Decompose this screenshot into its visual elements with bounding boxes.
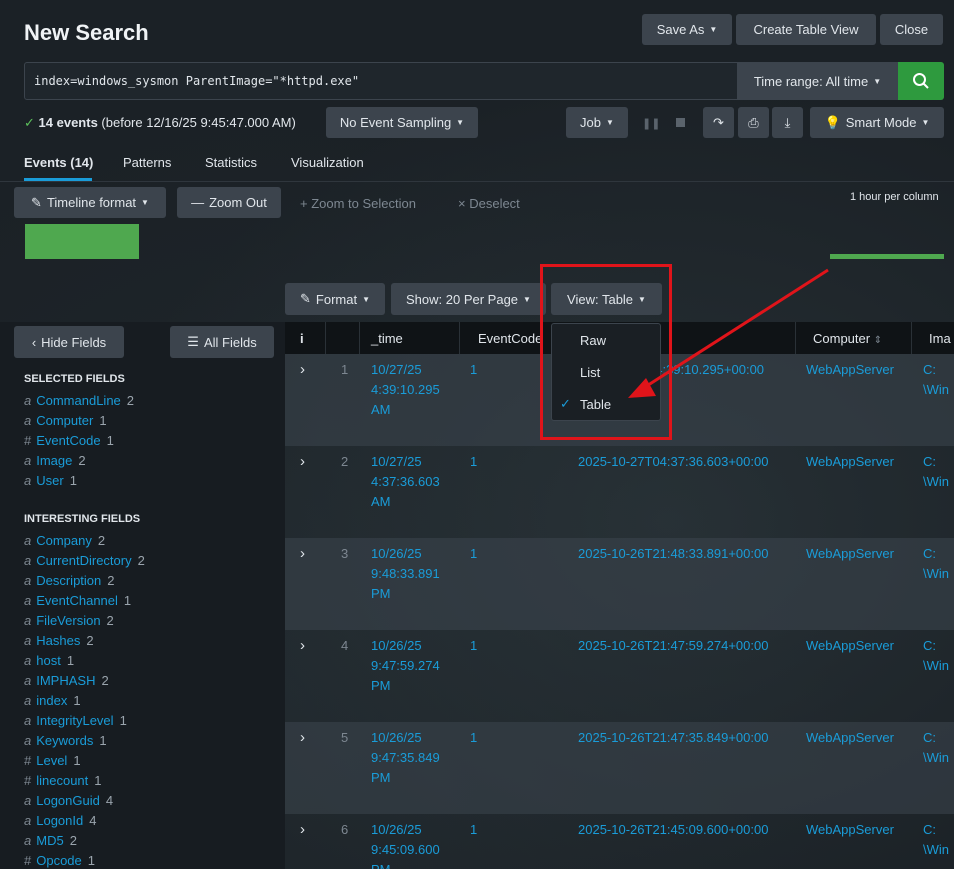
annotation-arrow [628,268,829,398]
